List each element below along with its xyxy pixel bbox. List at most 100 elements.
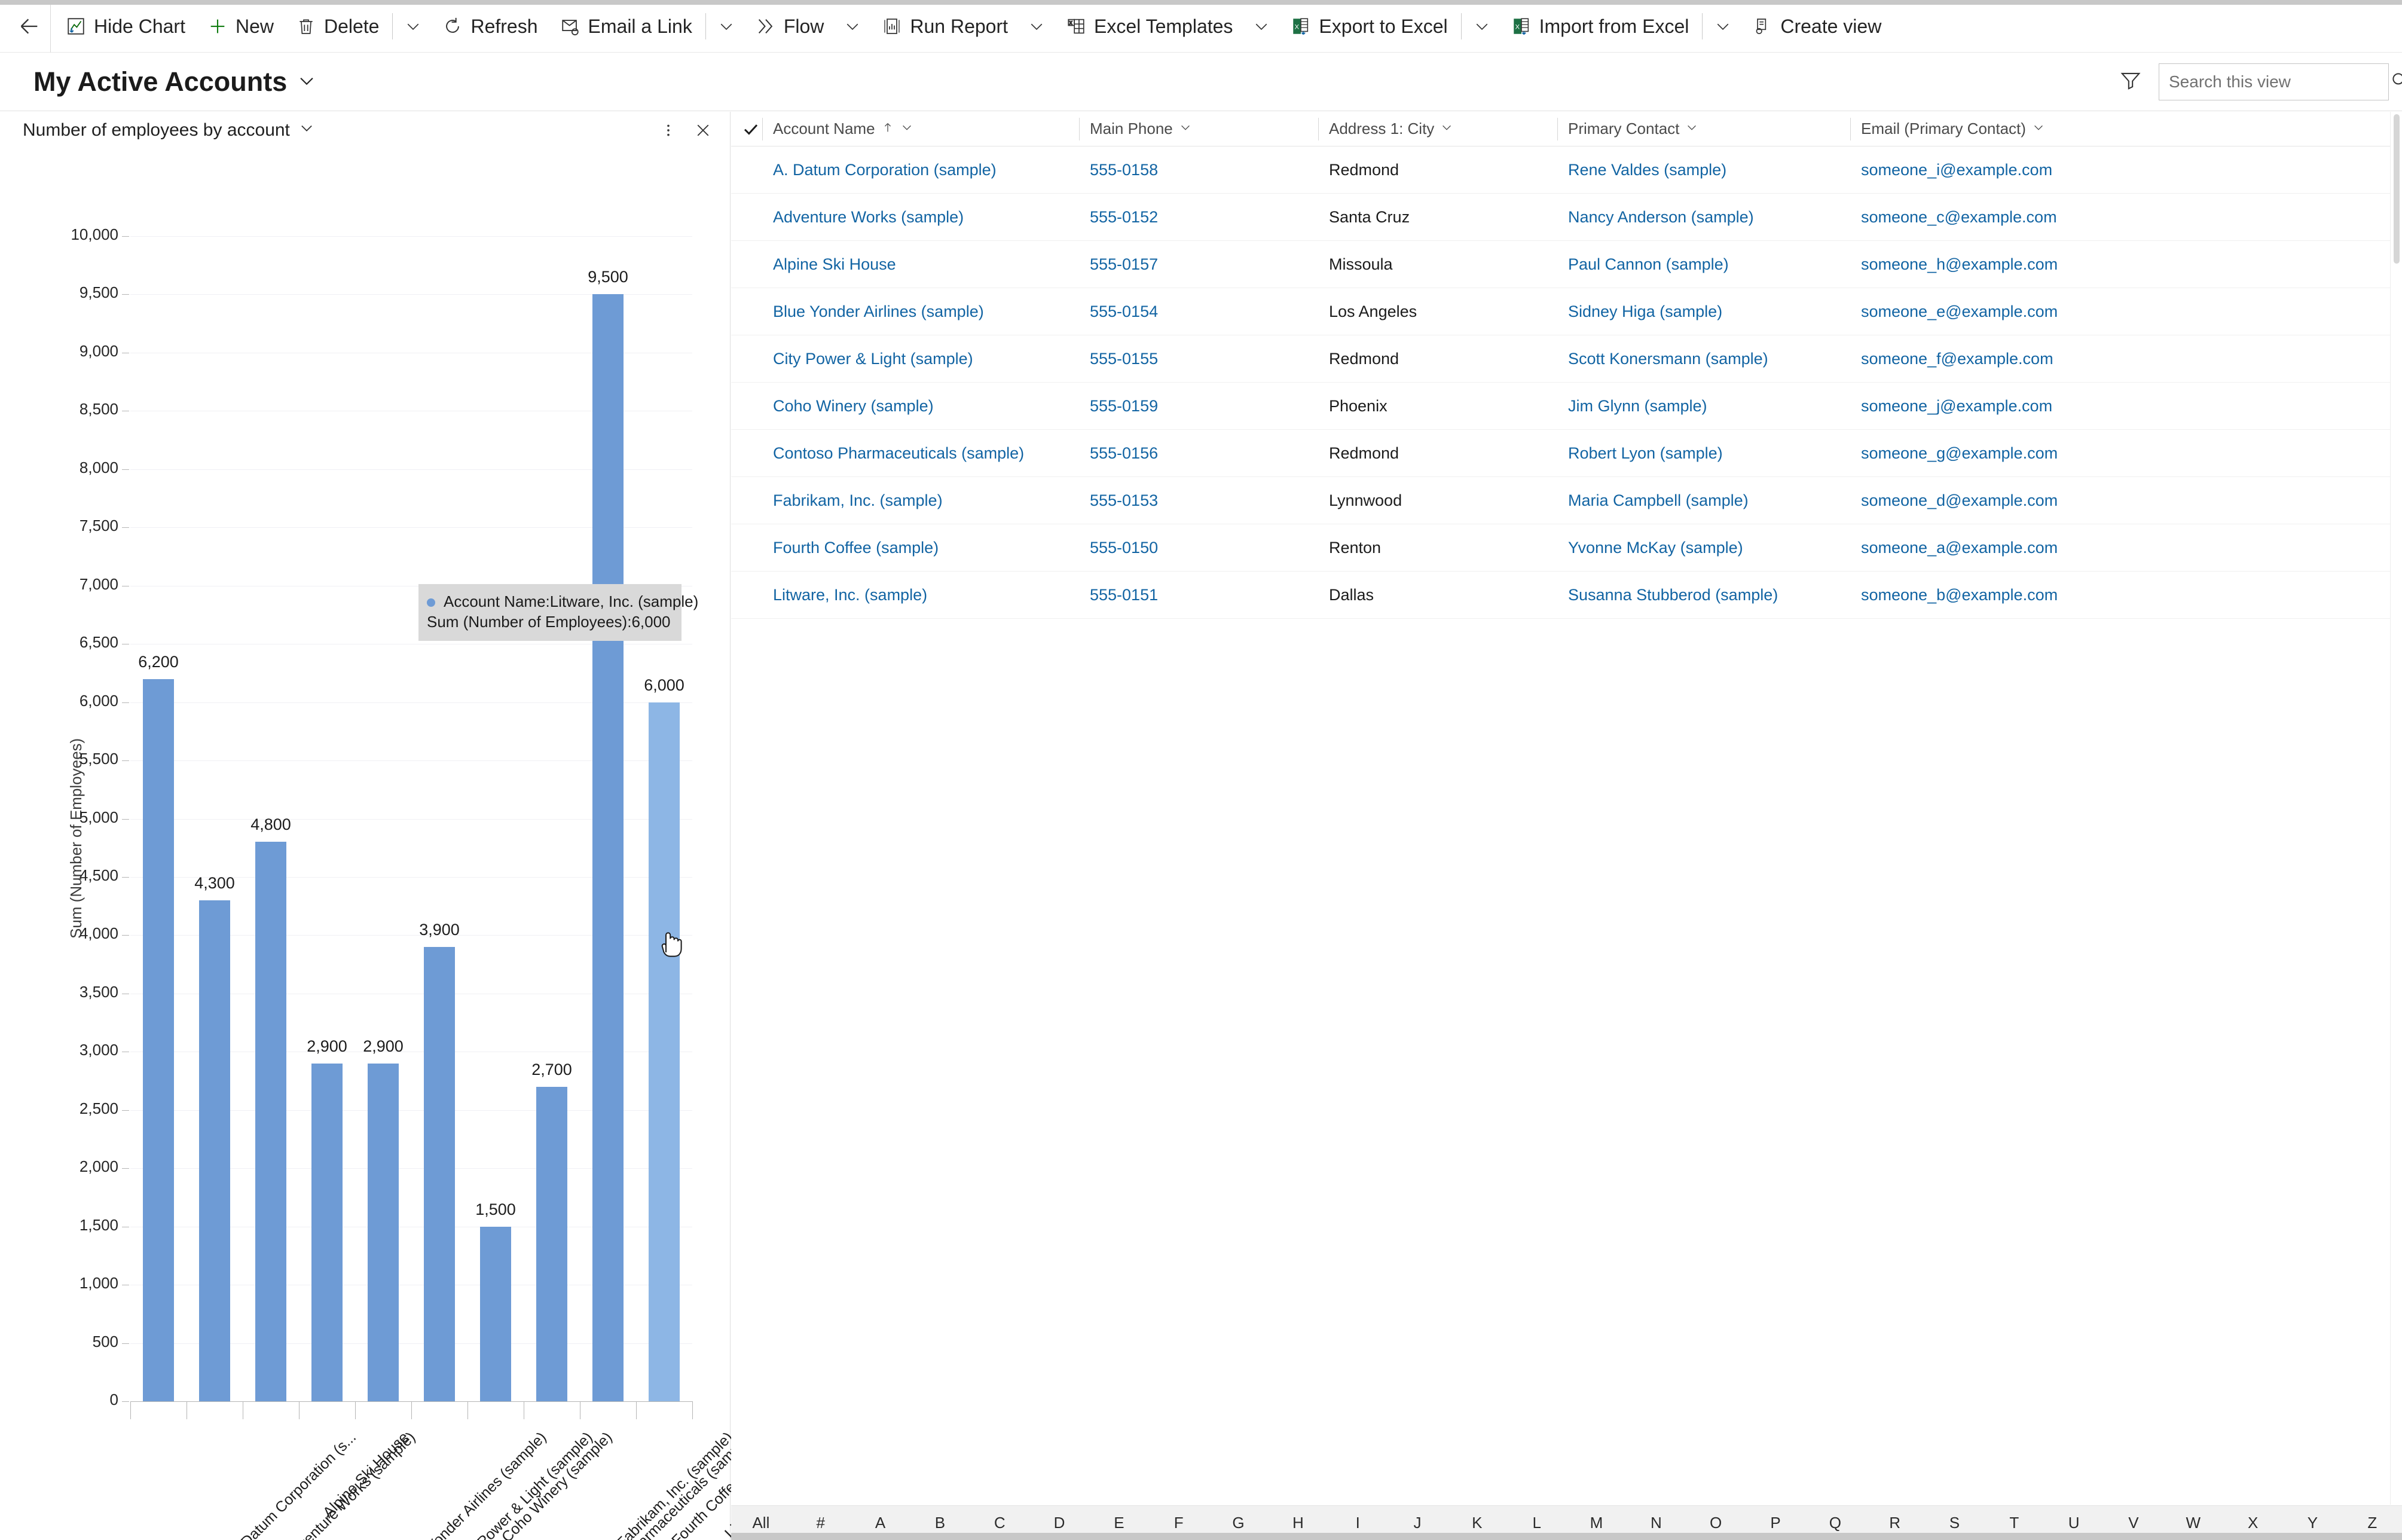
bar[interactable]	[143, 679, 174, 1401]
alpha-filter-e[interactable]: E	[1089, 1514, 1149, 1532]
cell-email[interactable]: someone_g@example.com	[1850, 430, 2185, 477]
column-header-primary-contact[interactable]: Primary Contact	[1557, 112, 1850, 146]
table-row[interactable]: Litware, Inc. (sample) 555-0151 Dallas Susa…	[731, 572, 2390, 619]
alpha-filter-i[interactable]: I	[1328, 1514, 1388, 1532]
alpha-filter-b[interactable]: B	[910, 1514, 970, 1532]
bar[interactable]	[424, 946, 455, 1401]
cell-contact[interactable]: Scott Konersmann (sample)	[1557, 335, 1850, 383]
alpha-filter-x[interactable]: X	[2223, 1514, 2283, 1532]
run-report-button[interactable]: Run Report	[870, 5, 1019, 48]
column-header-email-primary-contact[interactable]: Email (Primary Contact)	[1850, 112, 2185, 146]
alpha-filter-f[interactable]: F	[1149, 1514, 1209, 1532]
cell-name[interactable]: Fabrikam, Inc. (sample)	[762, 477, 1079, 524]
cell-phone[interactable]: 555-0157	[1079, 241, 1318, 288]
export-chevron-button[interactable]	[1464, 5, 1500, 48]
cell-phone[interactable]: 555-0150	[1079, 524, 1318, 572]
excel-templates-button[interactable]: x Excel Templates	[1055, 5, 1243, 48]
alpha-filter-l[interactable]: L	[1507, 1514, 1567, 1532]
bar-chart[interactable]: Sum (Number of Employees) 0 500 1,000 1,500…	[0, 149, 835, 1540]
cell-contact[interactable]: Susanna Stubberod (sample)	[1557, 572, 1850, 619]
scrollbar-thumb[interactable]	[2394, 114, 2400, 264]
hide-chart-button[interactable]: Hide Chart	[54, 5, 196, 48]
alpha-filter-j[interactable]: J	[1388, 1514, 1447, 1532]
cell-phone[interactable]: 555-0156	[1079, 430, 1318, 477]
search-input[interactable]	[2169, 72, 2385, 91]
column-header-address-city[interactable]: Address 1: City	[1318, 112, 1557, 146]
cell-name[interactable]: City Power & Light (sample)	[762, 335, 1079, 383]
table-row[interactable]: City Power & Light (sample) 555-0155 Redmo…	[731, 335, 2390, 383]
cell-contact[interactable]: Nancy Anderson (sample)	[1557, 194, 1850, 241]
table-row[interactable]: A. Datum Corporation (sample) 555-0158 Red…	[731, 146, 2390, 194]
flow-button[interactable]: Flow	[744, 5, 835, 48]
cell-email[interactable]: someone_c@example.com	[1850, 194, 2185, 241]
chevron-down-icon[interactable]	[1440, 120, 1453, 138]
chevron-down-icon[interactable]	[2032, 120, 2045, 138]
run-report-chevron-button[interactable]	[1019, 5, 1055, 48]
alpha-filter-z[interactable]: Z	[2342, 1514, 2402, 1532]
import-from-excel-button[interactable]: X Import from Excel	[1500, 5, 1700, 48]
bar[interactable]	[649, 702, 680, 1401]
cell-name[interactable]: Litware, Inc. (sample)	[762, 572, 1079, 619]
bar[interactable]	[368, 1063, 399, 1401]
delete-button[interactable]: Delete	[285, 5, 390, 48]
alpha-filter-c[interactable]: C	[970, 1514, 1029, 1532]
row-checkbox[interactable]	[731, 146, 762, 194]
cell-name[interactable]: Fourth Coffee (sample)	[762, 524, 1079, 572]
email-chevron-button[interactable]	[708, 5, 744, 48]
chart-selector[interactable]: Number of employees by account	[23, 120, 315, 141]
row-checkbox[interactable]	[731, 335, 762, 383]
alpha-filter-k[interactable]: K	[1447, 1514, 1507, 1532]
view-selector[interactable]: My Active Accounts	[33, 66, 317, 97]
cell-email[interactable]: someone_b@example.com	[1850, 572, 2185, 619]
more-vertical-icon[interactable]	[654, 116, 683, 145]
flow-chevron-button[interactable]	[835, 5, 870, 48]
alpha-filter-s[interactable]: S	[1925, 1514, 1985, 1532]
cell-email[interactable]: someone_h@example.com	[1850, 241, 2185, 288]
column-header-account-name[interactable]: Account Name	[762, 112, 1079, 146]
table-row[interactable]: Contoso Pharmaceuticals (sample) 555-0156…	[731, 430, 2390, 477]
chevron-down-icon[interactable]	[1179, 120, 1192, 138]
cell-phone[interactable]: 555-0153	[1079, 477, 1318, 524]
cell-contact[interactable]: Paul Cannon (sample)	[1557, 241, 1850, 288]
cell-name[interactable]: Alpine Ski House	[762, 241, 1079, 288]
email-a-link-button[interactable]: Email a Link	[549, 5, 703, 48]
chevron-down-icon[interactable]	[900, 120, 913, 138]
new-button[interactable]: New	[196, 5, 285, 48]
alpha-filter-u[interactable]: U	[2044, 1514, 2104, 1532]
cell-email[interactable]: someone_e@example.com	[1850, 288, 2185, 335]
alpha-filter-v[interactable]: V	[2104, 1514, 2163, 1532]
cell-contact[interactable]: Jim Glynn (sample)	[1557, 383, 1850, 430]
cell-name[interactable]: Coho Winery (sample)	[762, 383, 1079, 430]
alpha-filter-r[interactable]: R	[1865, 1514, 1925, 1532]
alpha-filter-g[interactable]: G	[1209, 1514, 1269, 1532]
search-icon[interactable]	[2389, 70, 2402, 93]
cell-email[interactable]: someone_d@example.com	[1850, 477, 2185, 524]
alpha-filter-h[interactable]: H	[1268, 1514, 1328, 1532]
cell-phone[interactable]: 555-0159	[1079, 383, 1318, 430]
alpha-filter-all[interactable]: All	[731, 1514, 791, 1532]
cell-phone[interactable]: 555-0154	[1079, 288, 1318, 335]
cell-email[interactable]: someone_j@example.com	[1850, 383, 2185, 430]
cell-email[interactable]: someone_a@example.com	[1850, 524, 2185, 572]
cell-name[interactable]: A. Datum Corporation (sample)	[762, 146, 1079, 194]
cell-phone[interactable]: 555-0158	[1079, 146, 1318, 194]
back-button[interactable]	[8, 2, 50, 50]
delete-chevron-button[interactable]	[395, 5, 431, 48]
cell-phone[interactable]: 555-0155	[1079, 335, 1318, 383]
row-checkbox[interactable]	[731, 288, 762, 335]
cell-email[interactable]: someone_f@example.com	[1850, 335, 2185, 383]
bar[interactable]	[480, 1226, 511, 1401]
bar[interactable]	[311, 1063, 343, 1401]
cell-phone[interactable]: 555-0152	[1079, 194, 1318, 241]
row-checkbox[interactable]	[731, 572, 762, 619]
search-box[interactable]	[2159, 63, 2402, 100]
chevron-down-icon[interactable]	[1685, 120, 1698, 138]
row-checkbox[interactable]	[731, 430, 762, 477]
alpha-filter-m[interactable]: M	[1567, 1514, 1627, 1532]
column-header-main-phone[interactable]: Main Phone	[1079, 112, 1318, 146]
row-checkbox[interactable]	[731, 383, 762, 430]
alpha-filter-y[interactable]: Y	[2283, 1514, 2343, 1532]
cell-contact[interactable]: Maria Campbell (sample)	[1557, 477, 1850, 524]
table-row[interactable]: Coho Winery (sample) 555-0159 Phoenix Jim G…	[731, 383, 2390, 430]
refresh-button[interactable]: Refresh	[431, 5, 548, 48]
